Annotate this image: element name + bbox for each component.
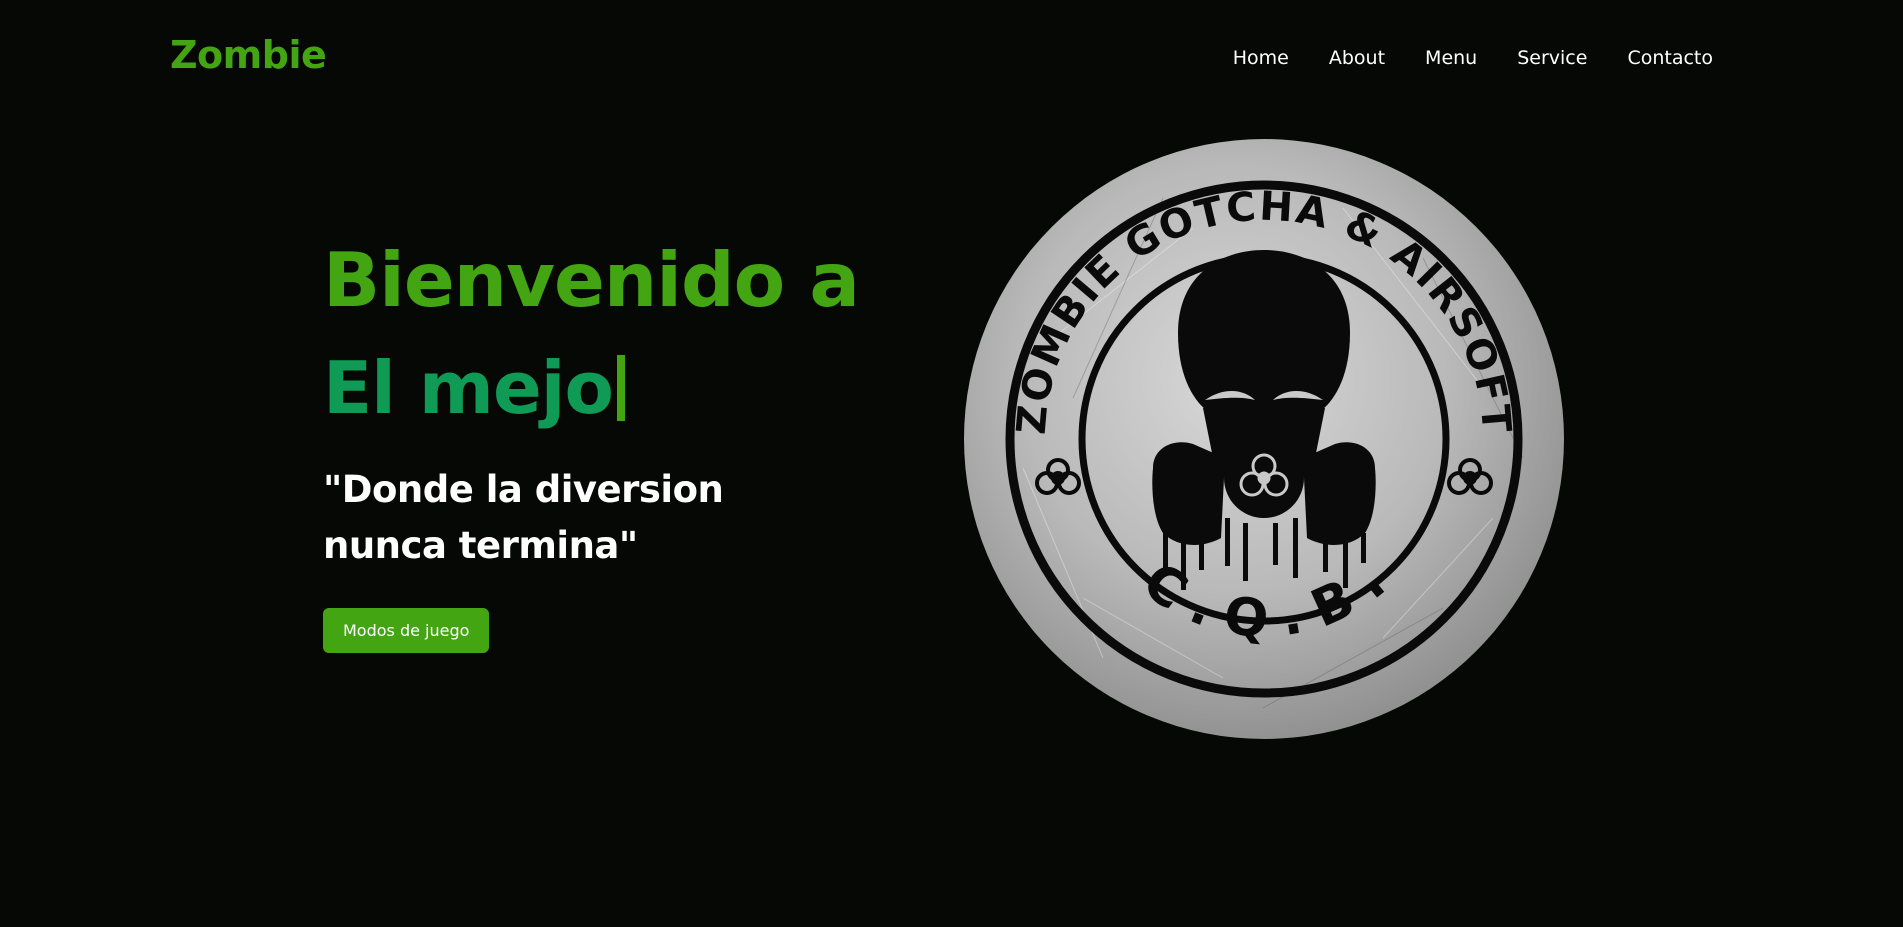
team-logo-emblem: ZOMBIE GOTCHA & AIRSOFT C . Q . B . bbox=[964, 139, 1564, 739]
hero-section: Bienvenido a El mejo "Donde la diversion… bbox=[323, 230, 923, 653]
nav-item-about[interactable]: About bbox=[1329, 47, 1385, 69]
typed-cursor bbox=[616, 355, 625, 421]
navbar: Zombie Home About Menu Service Contacto bbox=[0, 0, 1903, 118]
nav-item-home[interactable]: Home bbox=[1233, 47, 1289, 69]
game-modes-button[interactable]: Modos de juego bbox=[323, 608, 490, 653]
nav-item-service[interactable]: Service bbox=[1517, 47, 1587, 69]
nav-item-contacto[interactable]: Contacto bbox=[1627, 47, 1713, 69]
hero-title: Bienvenido a bbox=[323, 236, 860, 324]
brand-logo[interactable]: Zombie bbox=[170, 33, 327, 77]
team-logo: ZOMBIE GOTCHA & AIRSOFT C . Q . B . bbox=[963, 138, 1565, 740]
hero-typed-text: El mejo bbox=[323, 338, 923, 438]
typed-text: El mejo bbox=[323, 346, 614, 430]
nav-links: Home About Menu Service Contacto bbox=[1233, 47, 1713, 69]
nav-item-menu[interactable]: Menu bbox=[1425, 47, 1477, 69]
hero-quote: "Donde la diversion nunca termina" bbox=[323, 468, 724, 567]
